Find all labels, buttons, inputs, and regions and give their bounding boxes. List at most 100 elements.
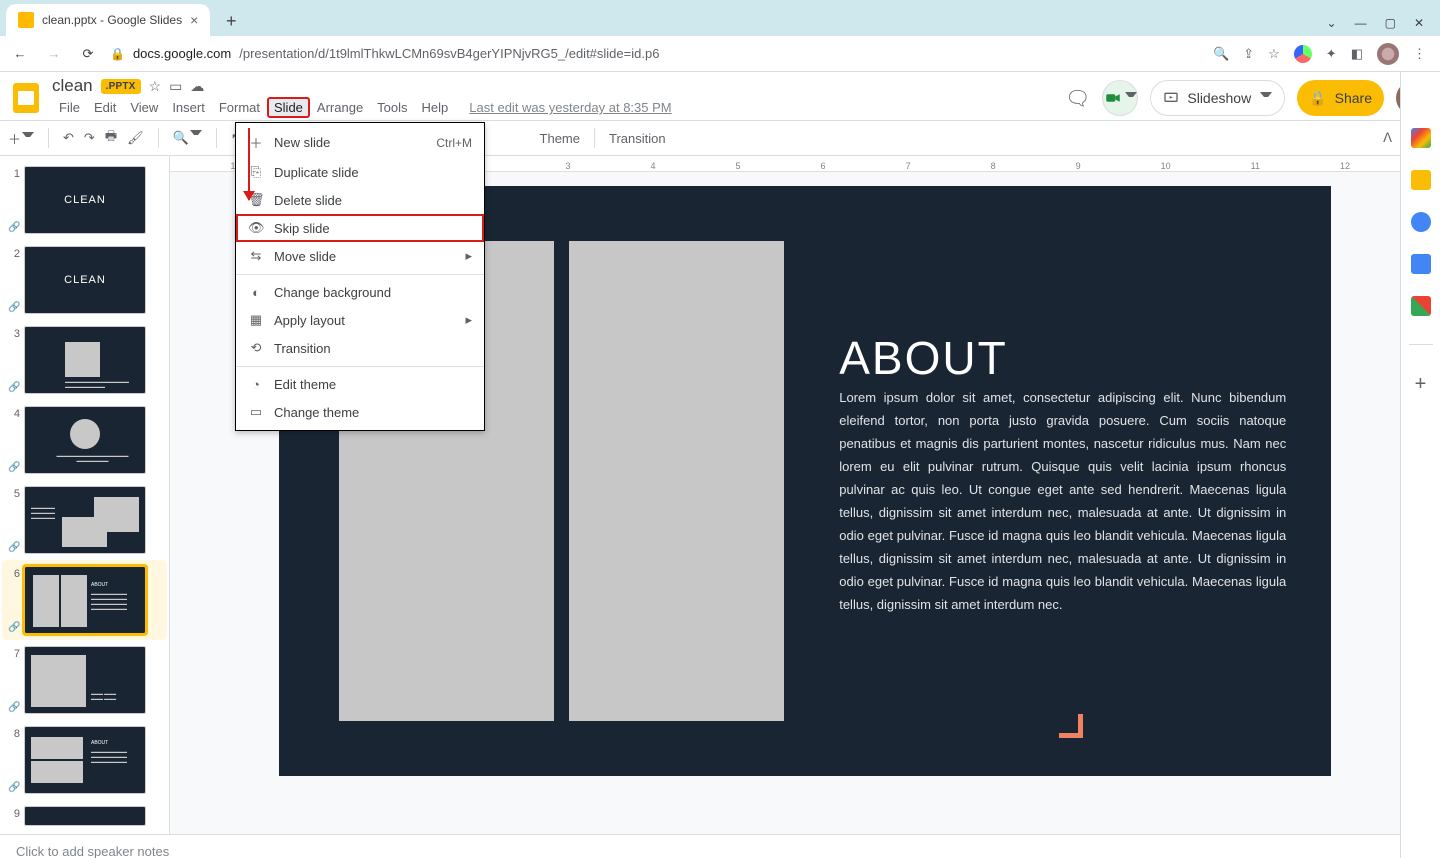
move-icon: ⇆ [248, 248, 264, 264]
thumbnail-5[interactable]: ▬▬▬▬▬▬▬▬▬▬▬▬▬▬▬▬▬▬ [24, 486, 146, 554]
side-panel: + [1400, 72, 1440, 858]
lock-icon: 🔒 [1309, 90, 1326, 107]
submenu-arrow-icon: ▸ [465, 248, 472, 264]
slide-number: 8 [8, 726, 20, 740]
app-header: clean .PPTX ☆ ▭ ☁ File Edit View Insert … [0, 72, 1440, 120]
back-button[interactable]: ← [8, 46, 32, 61]
palette-icon: ▭ [248, 404, 264, 420]
url-host: docs.google.com [133, 46, 231, 61]
menu-apply-layout[interactable]: ▦ Apply layout ▸ [236, 306, 484, 334]
menu-transition[interactable]: ⟲ Transition [236, 334, 484, 362]
layout-icon: ▦ [248, 312, 264, 328]
share-button[interactable]: 🔒 Share [1297, 80, 1384, 116]
link-icon: 🔗 [8, 300, 20, 312]
star-icon[interactable]: ☆ [149, 78, 162, 95]
theme-icon: ◔ [248, 377, 264, 392]
menu-change-theme[interactable]: ▭ Change theme [236, 398, 484, 426]
new-slide-button[interactable]: ＋ [8, 129, 34, 148]
paint-format-button[interactable]: 🖌 [127, 130, 144, 146]
share-url-icon[interactable]: ⇪ [1243, 46, 1254, 62]
menu-move-slide[interactable]: ⇆ Move slide ▸ [236, 242, 484, 270]
bookmark-icon[interactable]: ☆ [1268, 46, 1280, 62]
thumbnail-8[interactable]: ABOUT ▬▬▬▬▬▬▬▬▬▬▬▬▬▬▬▬▬▬▬▬▬▬▬▬▬▬▬ [24, 726, 146, 794]
menu-file[interactable]: File [52, 97, 87, 118]
menu-edit-theme[interactable]: ◔ Edit theme [236, 371, 484, 398]
keep-icon[interactable] [1411, 170, 1431, 190]
print-button[interactable]: 🖶 [105, 127, 117, 149]
thumbnail-4[interactable]: ▬▬▬▬▬▬▬▬▬▬▬▬▬▬▬▬▬▬▬▬▬▬▬▬▬▬ [24, 406, 146, 474]
undo-button[interactable]: ↶ [63, 130, 74, 146]
new-tab-button[interactable]: + [216, 6, 246, 36]
theme-button[interactable]: Theme [540, 131, 580, 146]
cloud-status-icon[interactable]: ☁ [190, 78, 204, 95]
thumbnail-1[interactable]: CLEAN [24, 166, 146, 234]
window-maximize-icon[interactable]: ▢ [1385, 16, 1396, 30]
address-bar[interactable]: 🔒 docs.google.com/presentation/d/1t9lmlT… [110, 46, 1203, 61]
extensions-puzzle-icon[interactable]: ✦ [1326, 46, 1337, 62]
menu-view[interactable]: View [123, 97, 165, 118]
plus-icon: ＋ [248, 133, 264, 152]
slide-image-placeholder-right[interactable] [569, 241, 784, 721]
menu-arrange[interactable]: Arrange [310, 97, 370, 118]
extension-icon[interactable] [1294, 45, 1312, 63]
slideshow-button[interactable]: Slideshow [1150, 80, 1285, 116]
window-controls: ⌄ — ▢ ✕ [1327, 16, 1440, 36]
tasks-icon[interactable] [1411, 212, 1431, 232]
calendar-icon[interactable] [1411, 128, 1431, 148]
eye-off-icon: 👁 [248, 220, 264, 236]
meet-call-button[interactable] [1102, 80, 1138, 116]
menu-tools[interactable]: Tools [370, 97, 414, 118]
menu-format[interactable]: Format [212, 97, 267, 118]
menu-help[interactable]: Help [415, 97, 456, 118]
menu-duplicate-slide[interactable]: ⎘ Duplicate slide [236, 158, 484, 186]
window-close-icon[interactable]: ✕ [1414, 16, 1424, 30]
redo-button[interactable]: ↷ [84, 130, 95, 146]
menu-slide[interactable]: Slide [267, 97, 310, 118]
thumbnail-3[interactable]: ▬▬▬▬▬▬▬▬▬▬▬▬▬▬▬▬▬▬▬▬▬▬▬▬▬▬ [24, 326, 146, 394]
menu-skip-slide[interactable]: 👁 Skip slide [236, 214, 484, 242]
slides-logo-icon[interactable] [8, 80, 44, 116]
link-icon: 🔗 [8, 540, 20, 552]
thumbnail-7[interactable]: ▬▬▬ ▬▬▬▬▬▬ ▬▬▬ [24, 646, 146, 714]
comment-history-icon[interactable]: 🗨 [1065, 86, 1090, 111]
window-minimize-icon[interactable]: — [1355, 16, 1367, 30]
chevron-down-icon [1260, 92, 1272, 104]
slide-number: 5 [8, 486, 20, 500]
slide-number: 1 [8, 166, 20, 180]
menu-edit[interactable]: Edit [87, 97, 123, 118]
slide-body-text[interactable]: Lorem ipsum dolor sit amet, consectetur … [839, 386, 1286, 616]
thumbnail-9[interactable] [24, 806, 146, 826]
menu-new-slide[interactable]: ＋ New slide Ctrl+M [236, 127, 484, 158]
chevron-down-icon[interactable]: ⌄ [1327, 16, 1337, 30]
slide-title[interactable]: ABOUT [839, 331, 1007, 385]
menu-insert[interactable]: Insert [165, 97, 212, 118]
duplicate-icon: ⎘ [248, 164, 264, 180]
contacts-icon[interactable] [1411, 254, 1431, 274]
chrome-menu-icon[interactable]: ⋮ [1413, 46, 1426, 62]
move-to-folder-icon[interactable]: ▭ [169, 78, 182, 95]
maps-icon[interactable] [1411, 296, 1431, 316]
speaker-notes[interactable]: Click to add speaker notes [0, 834, 1440, 858]
sidepanel-icon[interactable]: ◧ [1351, 46, 1363, 62]
bracket-decoration [1059, 714, 1083, 738]
thumbnail-6[interactable]: ABOUT ▬▬▬▬▬▬▬▬▬▬▬▬▬▬▬▬▬▬▬▬▬▬▬▬▬▬▬▬▬▬▬▬▬▬… [24, 566, 146, 634]
thumbnail-2[interactable]: CLEAN [24, 246, 146, 314]
doc-title[interactable]: clean [52, 76, 93, 96]
last-edit-info[interactable]: Last edit was yesterday at 8:35 PM [469, 100, 671, 115]
filmstrip[interactable]: 1 🔗 CLEAN 2 🔗 CLEAN 3 🔗 ▬▬▬▬▬▬▬▬▬▬▬▬▬▬▬▬… [0, 156, 170, 834]
add-side-panel-icon[interactable]: + [1415, 373, 1427, 396]
browser-tab-active[interactable]: clean.pptx - Google Slides × [6, 4, 210, 36]
annotation-arrow [248, 128, 250, 200]
reload-button[interactable]: ⟳ [76, 46, 100, 62]
close-tab-icon[interactable]: × [190, 12, 198, 28]
menu-delete-slide[interactable]: 🗑 Delete slide [236, 186, 484, 214]
link-icon: 🔗 [8, 620, 20, 632]
zoom-icon[interactable]: 🔍 [1213, 46, 1229, 62]
url-path: /presentation/d/1t9lmlThkwLCMn69svB4gerY… [239, 46, 659, 61]
menu-change-background[interactable]: ◐ Change background [236, 279, 484, 306]
transition-button[interactable]: Transition [609, 131, 666, 146]
zoom-button[interactable]: 🔍 [173, 130, 202, 146]
chrome-profile-avatar[interactable] [1377, 43, 1399, 65]
slide-menu-dropdown: ＋ New slide Ctrl+M ⎘ Duplicate slide 🗑 D… [235, 122, 485, 431]
slideshow-label: Slideshow [1187, 90, 1251, 106]
